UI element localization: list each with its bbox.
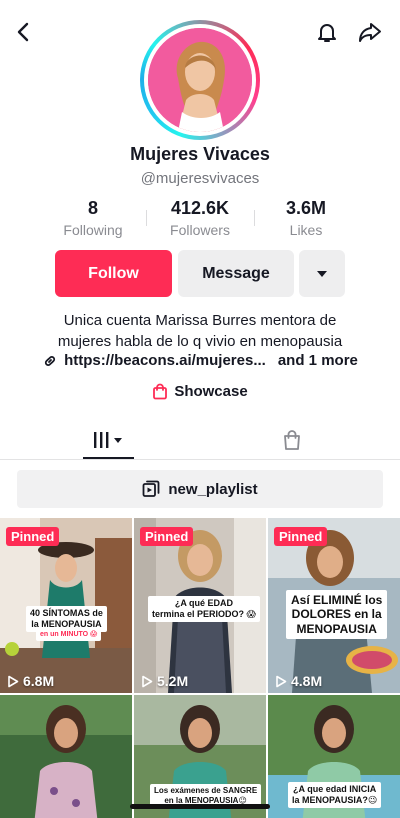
bio-link[interactable]: https://beacons.ai/mujeres... <box>64 352 266 369</box>
back-arrow-icon[interactable] <box>8 16 40 48</box>
bio-line: Unica cuenta Marissa Burres mentora de <box>63 312 337 329</box>
caption-line: Los exámenes de SANGRE <box>154 786 258 795</box>
view-count-value: 4.8M <box>291 673 323 689</box>
caption-line: ¿A que edad INICIA <box>293 784 377 794</box>
playlist-icon <box>142 480 160 497</box>
view-count: 4.8M <box>275 673 322 689</box>
stat-value: 412.6K <box>170 198 230 218</box>
suggested-accounts-button[interactable] <box>299 250 345 297</box>
profile-bio: Unica cuenta Marissa Burres mentora de m… <box>20 310 380 352</box>
view-count: 6.8M <box>7 673 54 689</box>
bio-link-more[interactable]: and 1 more <box>278 352 358 369</box>
stat-label: Following <box>63 222 123 238</box>
video-thumbnail[interactable]: Pinned 40 SÍNTOMAS de la MENOPAUSIA en u… <box>0 518 132 693</box>
stat-label: Followers <box>170 222 230 238</box>
view-count: 5.2M <box>141 673 188 689</box>
link-icon <box>45 355 56 366</box>
view-count-value: 6.8M <box>23 673 55 689</box>
video-thumbnail[interactable] <box>0 695 132 818</box>
stat-likes[interactable]: 3.6M Likes <box>251 198 361 238</box>
shopping-bag-icon <box>153 383 168 400</box>
playlist-label: new_playlist <box>168 480 258 498</box>
share-icon[interactable] <box>354 16 386 48</box>
video-caption-sub: en un MINUTO 😱 <box>36 629 102 642</box>
stat-divider <box>254 210 255 226</box>
bell-icon[interactable] <box>311 16 343 48</box>
play-icon <box>8 675 19 687</box>
play-icon <box>276 675 287 687</box>
showcase-label: Showcase <box>174 383 248 400</box>
caption-line: la MENOPAUSIA?😉 <box>292 794 378 805</box>
caption-line: Así ELIMINÉ los <box>291 593 383 607</box>
active-tab-indicator <box>83 457 134 459</box>
video-caption: ¿A qué EDAD termina el PERIODO? 😱 <box>148 596 260 622</box>
avatar-ring[interactable] <box>140 20 260 140</box>
video-thumbnail[interactable]: ¿A que edad INICIA la MENOPAUSIA?😉 <box>268 695 400 818</box>
video-thumbnail[interactable]: Pinned Así ELIMINÉ los DOLORES en la MEN… <box>268 518 400 693</box>
video-caption: ¿A que edad INICIA la MENOPAUSIA?😉 <box>288 782 382 808</box>
video-caption: Así ELIMINÉ los DOLORES en la MENOPAUSIA <box>286 590 388 640</box>
view-count-value: 5.2M <box>157 673 189 689</box>
content-tabs <box>0 420 400 460</box>
video-thumbnail-image <box>0 695 132 818</box>
message-button[interactable]: Message <box>178 250 294 297</box>
videos-grid-icon <box>93 432 122 448</box>
caret-down-icon <box>317 270 327 277</box>
bio-link-row[interactable]: https://beacons.ai/mujeres... and 1 more <box>0 352 400 369</box>
caption-line: 40 SÍNTOMAS de <box>30 608 103 618</box>
showcase-link[interactable]: Showcase <box>0 383 400 400</box>
profile-handle: @mujeresvivaces <box>140 170 260 187</box>
shopping-bag-icon <box>284 430 300 450</box>
home-indicator <box>130 804 270 809</box>
tab-videos[interactable] <box>83 420 134 460</box>
video-thumbnail[interactable]: Pinned ¿A qué EDAD termina el PERIODO? 😱… <box>134 518 266 693</box>
stat-value: 3.6M <box>285 198 327 218</box>
tab-shop[interactable] <box>268 420 316 460</box>
stat-followers[interactable]: 412.6K Followers <box>145 198 255 238</box>
stat-value: 8 <box>87 198 98 218</box>
stat-following[interactable]: 8 Following <box>38 198 148 238</box>
video-thumbnail[interactable]: Los exámenes de SANGRE en la MENOPAUSIA😉 <box>134 695 266 818</box>
caption-line: ¿A qué EDAD <box>174 598 234 608</box>
pinned-badge: Pinned <box>140 527 194 546</box>
bio-line: mujeres habla de lo q vivio en menopausi… <box>57 333 343 350</box>
follow-button[interactable]: Follow <box>55 250 172 297</box>
pinned-badge: Pinned <box>6 527 60 546</box>
playlist-button[interactable]: new_playlist <box>17 470 383 508</box>
caption-line: termina el PERIODO? 😱 <box>152 608 256 619</box>
profile-stats: 8 Following 412.6K Followers 3.6M Likes <box>0 198 400 242</box>
video-caption: 40 SÍNTOMAS de la MENOPAUSIA <box>26 606 107 632</box>
caption-line: la MENOPAUSIA <box>31 618 102 629</box>
video-grid: Pinned 40 SÍNTOMAS de la MENOPAUSIA en u… <box>0 518 400 818</box>
avatar <box>148 28 252 132</box>
pinned-badge: Pinned <box>274 527 328 546</box>
play-icon <box>142 675 153 687</box>
profile-name: Mujeres Vivaces <box>130 144 270 164</box>
caption-line: DOLORES en la <box>291 607 382 622</box>
stat-divider <box>146 210 147 226</box>
stat-label: Likes <box>289 222 323 238</box>
caption-line: MENOPAUSIA <box>296 621 377 636</box>
